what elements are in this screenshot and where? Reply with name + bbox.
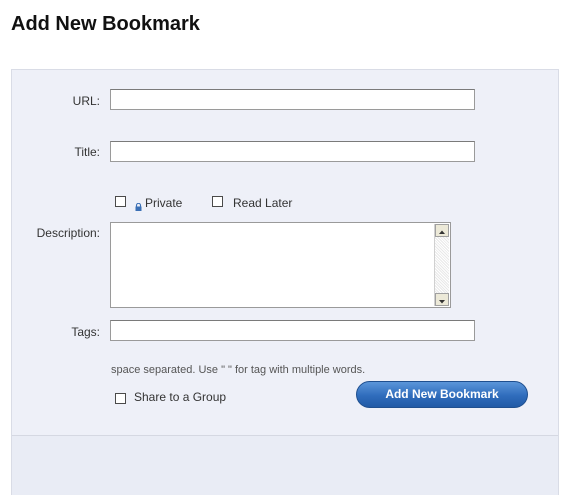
bookmark-form-panel: URL: Title: Private Read Later Descripti… (11, 69, 559, 495)
tags-input[interactable] (110, 320, 475, 341)
url-label: URL: (72, 94, 100, 108)
scroll-down-button[interactable] (435, 293, 449, 306)
form-footer (12, 435, 558, 495)
share-group-checkbox[interactable] (115, 393, 126, 404)
title-input[interactable] (110, 141, 475, 162)
private-label: Private (145, 196, 183, 210)
lock-icon (135, 198, 142, 211)
scroll-up-button[interactable] (435, 224, 449, 237)
tags-label: Tags: (71, 325, 100, 339)
private-checkbox[interactable] (115, 196, 126, 207)
read-later-label: Read Later (233, 196, 293, 210)
page-title: Add New Bookmark (11, 13, 200, 35)
share-group-label: Share to a Group (134, 390, 227, 404)
arrow-up-icon (439, 230, 445, 234)
add-bookmark-button[interactable]: Add New Bookmark (356, 381, 528, 408)
url-input[interactable] (110, 89, 475, 110)
arrow-down-icon (439, 300, 445, 304)
description-label: Description: (36, 226, 100, 240)
read-later-checkbox[interactable] (212, 196, 223, 207)
description-textarea[interactable] (110, 222, 451, 308)
tags-hint: space separated. Use " " for tag with mu… (111, 364, 366, 376)
description-scrollbar[interactable] (434, 224, 449, 306)
title-label: Title: (74, 145, 100, 159)
